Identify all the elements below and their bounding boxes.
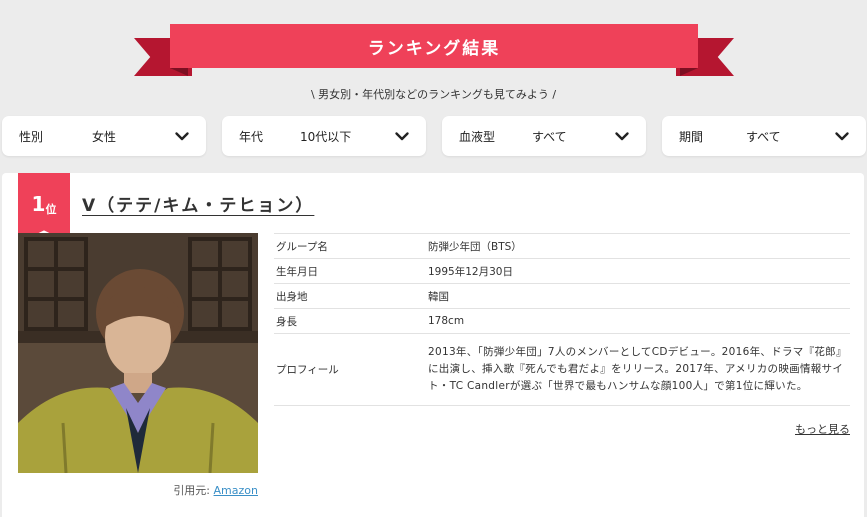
- row-key: 身長: [274, 308, 424, 334]
- chevron-down-icon[interactable]: [834, 128, 850, 144]
- table-row: グループ名 防弾少年団（BTS）: [274, 233, 850, 259]
- see-more-link[interactable]: もっと見る: [795, 421, 850, 437]
- table-row: 出身地 韓国: [274, 283, 850, 309]
- table-row: 生年月日 1995年12月30日: [274, 258, 850, 284]
- profile-text: 2013年、「防弾少年団」7人のメンバーとしてCDデビュー。2016年、ドラマ『…: [424, 333, 850, 406]
- rank-number: 1: [31, 192, 46, 216]
- row-key: グループ名: [274, 233, 424, 259]
- row-value: 防弾少年団（BTS）: [424, 233, 850, 259]
- profile-table: グループ名 防弾少年団（BTS） 生年月日 1995年12月30日 出身地 韓国…: [274, 233, 850, 406]
- row-value: 178cm: [424, 308, 850, 334]
- filter-label: 年代: [239, 129, 264, 144]
- image-credit: 引用元: Amazon: [18, 482, 258, 498]
- filter-label: 血液型: [459, 129, 496, 144]
- credit-amazon-link[interactable]: Amazon: [214, 484, 258, 497]
- person-name-link[interactable]: V（テテ/キム・テヒョン）: [82, 191, 314, 216]
- filter-label: 期間: [679, 129, 704, 144]
- ranking-result-card: 1 位 V（テテ/キム・テヒョン） 引用元: Amazon グループ名 防弾少年…: [2, 173, 864, 517]
- filter-value: すべて: [746, 129, 781, 144]
- chevron-down-icon[interactable]: [614, 128, 630, 144]
- portrait-image: [18, 233, 258, 473]
- banner-title: ランキング結果: [170, 24, 698, 68]
- table-row: 身長 178cm: [274, 308, 850, 334]
- filter-bar: 性別 女性 年代 10代以下 血液型 すべて 期間 すべて: [2, 116, 866, 158]
- filter-blood-type[interactable]: 血液型 すべて: [442, 116, 646, 156]
- filter-period[interactable]: 期間 すべて: [662, 116, 866, 156]
- credit-prefix: 引用元:: [173, 484, 211, 497]
- row-key: プロフィール: [274, 333, 424, 406]
- ranking-banner: ランキング結果: [0, 0, 867, 80]
- chevron-down-icon[interactable]: [394, 128, 410, 144]
- person-photo[interactable]: [18, 233, 258, 473]
- banner-subtitle: \ 男女別・年代別などのランキングも見てみよう /: [310, 88, 557, 101]
- row-value: 韓国: [424, 283, 850, 309]
- filter-value: 女性: [92, 129, 117, 144]
- chevron-down-icon[interactable]: [174, 128, 190, 144]
- row-key: 生年月日: [274, 258, 424, 284]
- rank-suffix: 位: [45, 203, 57, 216]
- filter-value: 10代以下: [300, 129, 352, 144]
- row-value: 1995年12月30日: [424, 258, 850, 284]
- filter-label: 性別: [19, 129, 44, 144]
- filter-gender[interactable]: 性別 女性: [2, 116, 206, 156]
- table-row: プロフィール 2013年、「防弾少年団」7人のメンバーとしてCDデビュー。201…: [274, 333, 850, 406]
- filter-age[interactable]: 年代 10代以下: [222, 116, 426, 156]
- row-key: 出身地: [274, 283, 424, 309]
- filter-value: すべて: [532, 129, 567, 144]
